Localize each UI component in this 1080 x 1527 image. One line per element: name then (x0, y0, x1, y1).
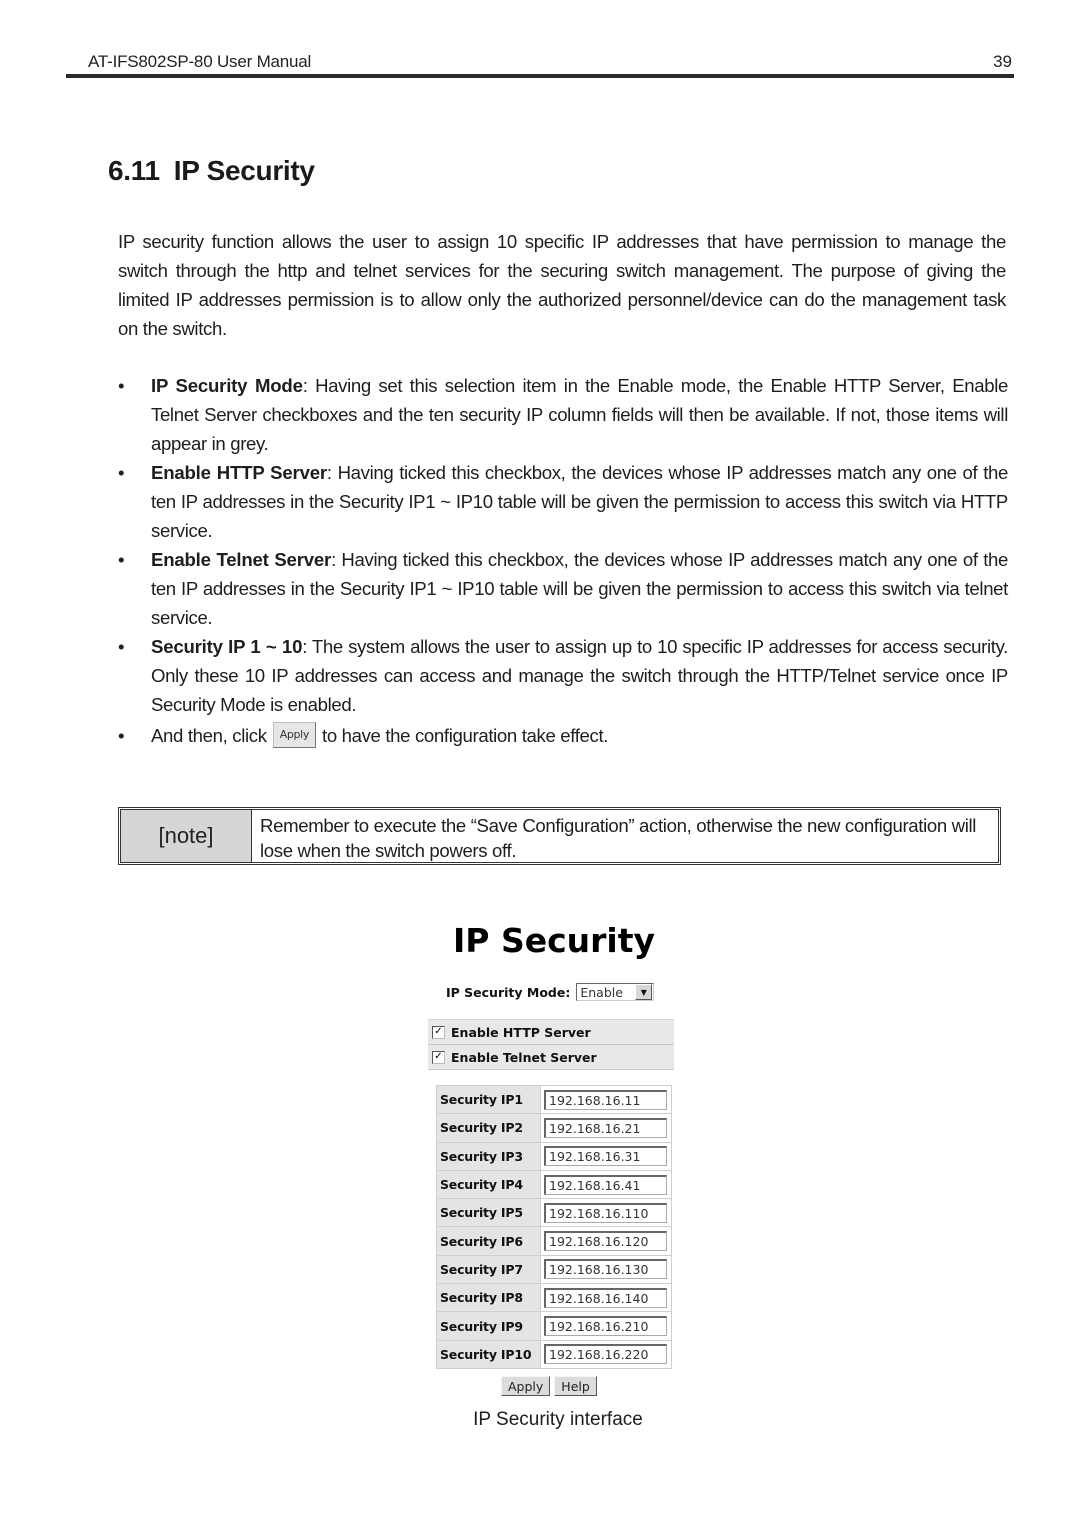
apply-button[interactable]: Apply (501, 1376, 551, 1396)
manual-title: AT-IFS802SP-80 User Manual (88, 52, 312, 71)
enable-http-row: ✓ Enable HTTP Server (428, 1020, 674, 1045)
list-item: • Enable Telnet Server: Having ticked thi… (118, 545, 1008, 632)
page-header: AT-IFS802SP-80 User Manual 39 (66, 50, 1014, 78)
bullet-icon: • (118, 375, 125, 396)
ip-security-mode-select[interactable]: Enable ▼ (576, 983, 655, 1001)
security-ip7-input[interactable]: 192.168.16.130 (544, 1259, 667, 1280)
ip-label: Security IP6 (437, 1227, 541, 1255)
ip-label: Security IP7 (437, 1255, 541, 1284)
enable-telnet-row: ✓ Enable Telnet Server (428, 1045, 674, 1070)
table-row: Security IP3 192.168.16.31 (437, 1142, 671, 1171)
security-ip2-input[interactable]: 192.168.16.21 (544, 1117, 667, 1138)
table-row: Security IP10 192.168.16.220 (437, 1340, 671, 1368)
security-ip9-input[interactable]: 192.168.16.210 (544, 1316, 667, 1337)
server-checkbox-table: ✓ Enable HTTP Server ✓ Enable Telnet Ser… (428, 1019, 674, 1070)
note-text: Remember to execute the “Save Configurat… (260, 815, 977, 861)
help-button[interactable]: Help (554, 1376, 597, 1396)
bullet-icon: • (118, 636, 125, 657)
ip-label: Security IP9 (437, 1312, 541, 1340)
section-heading: 6.11 IP Security (108, 155, 315, 187)
term: Enable HTTP Server (151, 462, 327, 483)
ip-label: Security IP3 (437, 1142, 541, 1170)
table-row: Security IP4 192.168.16.41 (437, 1170, 671, 1200)
bullet-icon: • (118, 549, 125, 570)
checkbox-label: Enable Telnet Server (451, 1049, 597, 1065)
security-ip4-input[interactable]: 192.168.16.41 (544, 1174, 667, 1195)
term: Security IP 1 ~ 10 (151, 636, 303, 657)
page-number: 39 (993, 52, 1012, 71)
table-row: Security IP2 192.168.16.21 (437, 1114, 671, 1143)
security-ip8-input[interactable]: 192.168.16.140 (544, 1287, 667, 1308)
security-ip1-input[interactable]: 192.168.16.11 (544, 1089, 667, 1110)
table-row: Security IP6 192.168.16.120 (437, 1227, 671, 1256)
enable-http-checkbox[interactable]: ✓ (432, 1025, 445, 1039)
list-item: • And then, click Apply to have the configu… (118, 721, 1008, 750)
figure-caption: IP Security interface (473, 1409, 643, 1430)
checkbox-label: Enable HTTP Server (451, 1024, 591, 1040)
ip-label: Security IP1 (437, 1086, 541, 1114)
security-ip10-input[interactable]: 192.168.16.220 (544, 1344, 667, 1365)
security-ip6-input[interactable]: 192.168.16.120 (544, 1231, 667, 1252)
description: And then, click (151, 725, 267, 746)
select-value: Enable (580, 984, 623, 1000)
note-box: [note] Remember to execute the “Save Con… (118, 807, 1001, 865)
list-item: • IP Security Mode: Having set this selec… (118, 371, 1008, 458)
form-buttons: Apply Help (501, 1376, 597, 1396)
table-row: Security IP1 192.168.16.11 (437, 1086, 671, 1115)
note-label: [note] (121, 810, 252, 862)
ip-label: Security IP4 (437, 1170, 541, 1199)
list-item: • Security IP 1 ~ 10: The system allows t… (118, 632, 1008, 719)
table-row: Security IP9 192.168.16.210 (437, 1312, 671, 1341)
intro-paragraph: IP security function allows the user to … (118, 231, 1006, 339)
enable-telnet-checkbox[interactable]: ✓ (432, 1050, 445, 1064)
security-ip-table: Security IP1 192.168.16.11 Security IP2 19… (436, 1085, 672, 1369)
mode-row: IP Security Mode: Enable ▼ (446, 983, 655, 1001)
section-title: IP Security (173, 155, 315, 186)
ip-label: Security IP2 (437, 1114, 541, 1142)
description: to have the configuration take effect. (322, 725, 609, 746)
section-number: 6.11 (108, 155, 160, 186)
ui-title: IP Security (452, 921, 656, 960)
table-row: Security IP8 192.168.16.140 (437, 1284, 671, 1313)
ip-label: Security IP5 (437, 1199, 541, 1227)
ip-label: Security IP8 (437, 1284, 541, 1312)
bullet-icon: • (118, 725, 125, 746)
mode-label: IP Security Mode: (446, 984, 571, 1000)
security-ip5-input[interactable]: 192.168.16.110 (544, 1202, 667, 1223)
list-item: • Enable HTTP Server: Having ticked this … (118, 458, 1008, 545)
term: IP Security Mode (151, 375, 303, 396)
ip-label: Security IP10 (437, 1340, 541, 1368)
security-ip3-input[interactable]: 192.168.16.31 (544, 1146, 667, 1167)
feature-list: • IP Security Mode: Having set this selec… (118, 371, 1008, 750)
inline-apply-button-image: Apply (272, 722, 316, 749)
chevron-down-icon[interactable]: ▼ (635, 984, 653, 1000)
bullet-icon: • (118, 462, 125, 483)
term: Enable Telnet Server (151, 549, 332, 570)
table-row: Security IP7 192.168.16.130 (437, 1255, 671, 1285)
table-row: Security IP5 192.168.16.110 (437, 1199, 671, 1228)
